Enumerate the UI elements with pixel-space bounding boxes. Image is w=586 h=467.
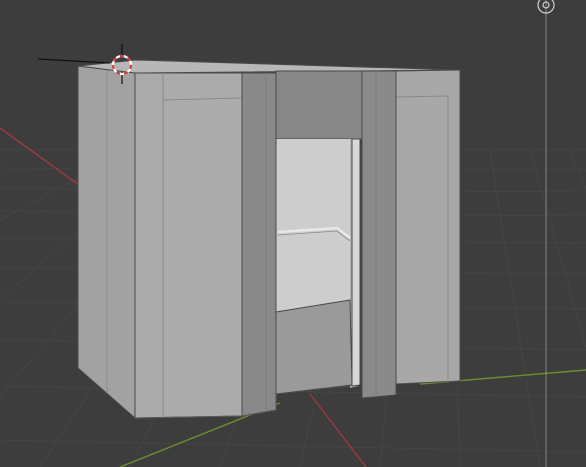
door-pillar-right <box>361 70 397 399</box>
front-panel-left <box>134 72 243 419</box>
3d-viewport[interactable] <box>0 0 586 467</box>
elevator-cabin[interactable] <box>77 59 461 419</box>
door-pillar-left <box>241 72 277 417</box>
cabin-floor <box>275 299 353 395</box>
door-header <box>275 70 377 140</box>
front-panel-right <box>395 69 461 385</box>
sliding-door-edge <box>351 138 361 387</box>
